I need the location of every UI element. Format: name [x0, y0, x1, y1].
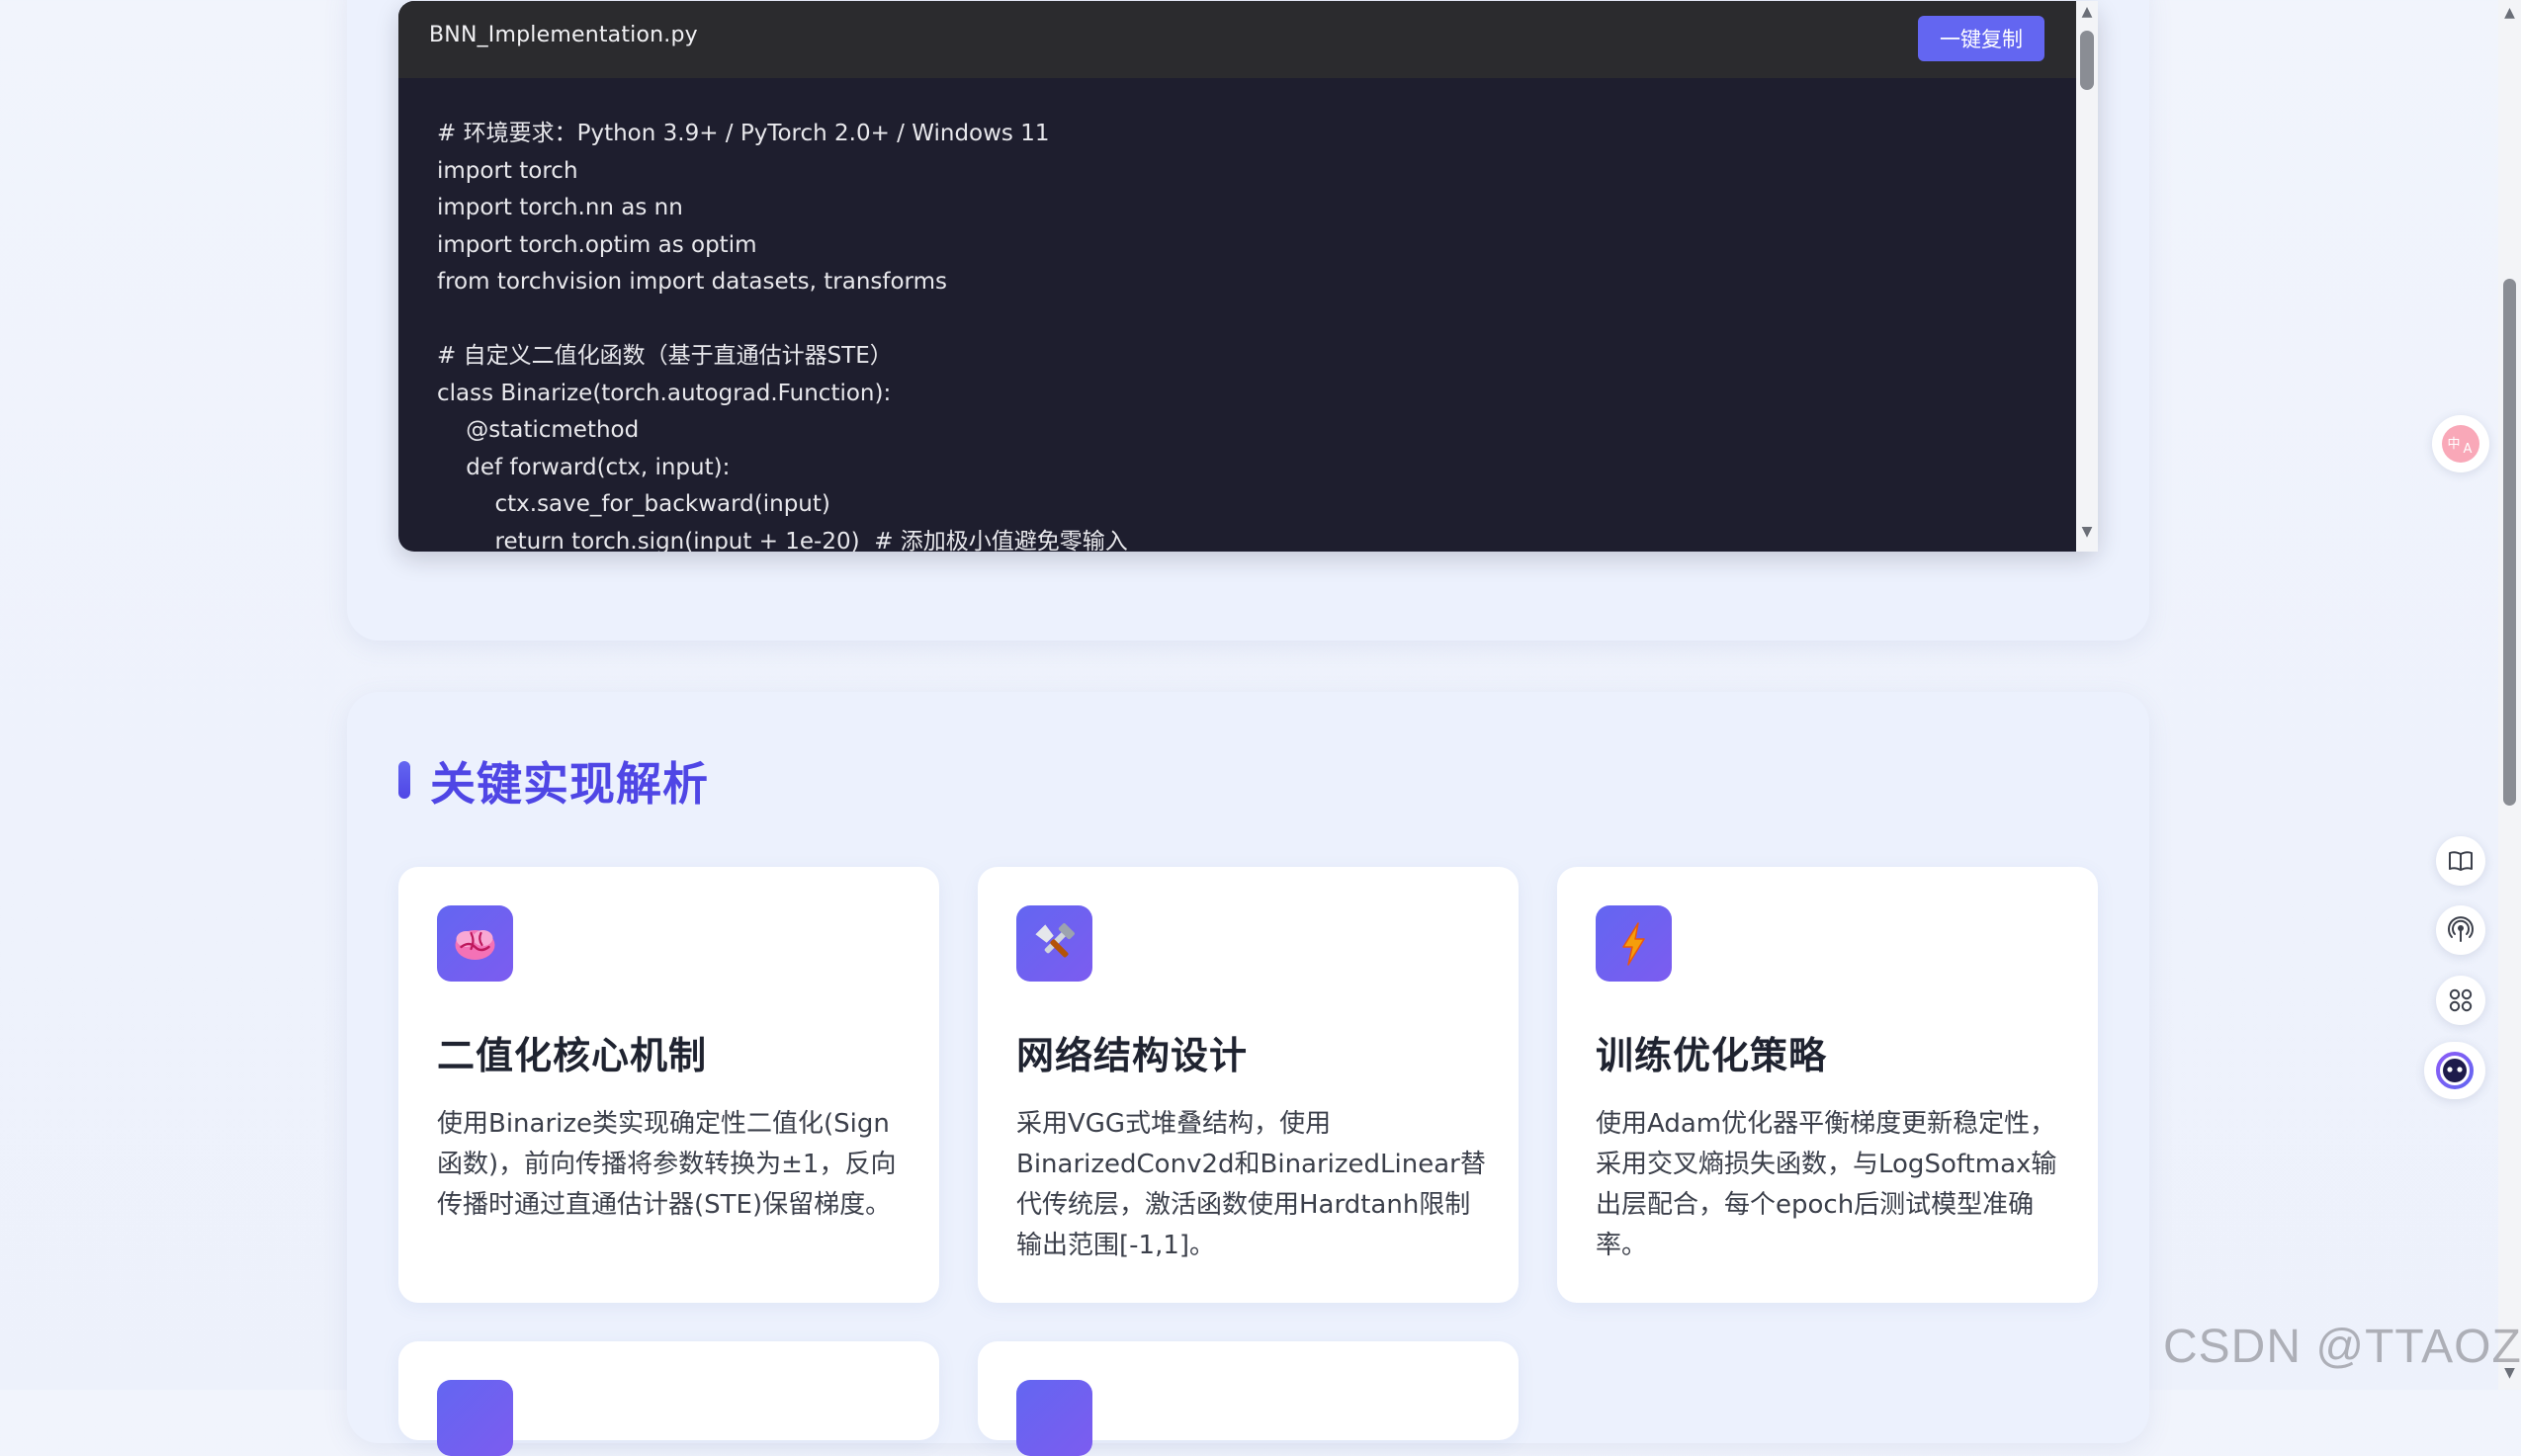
- card-description: 采用VGG式堆叠结构，使用BinarizedConv2d和BinarizedLi…: [1016, 1109, 1486, 1260]
- page-scrollbar[interactable]: ▲ ▼: [2498, 0, 2521, 1390]
- section-title-accent-bar: [398, 761, 410, 799]
- card-title: 训练优化策略: [1596, 1034, 1828, 1077]
- code-scrollbar[interactable]: ▲ ▼: [2076, 1, 2098, 552]
- scroll-up-arrow-icon[interactable]: ▲: [2076, 3, 2098, 21]
- code-body[interactable]: # 环境要求：Python 3.9+ / PyTorch 2.0+ / Wind…: [398, 78, 2076, 552]
- code-line: # 环境要求：Python 3.9+ / PyTorch 2.0+ / Wind…: [437, 121, 1050, 146]
- code-line: def forward(ctx, input):: [437, 454, 731, 480]
- book-icon: [2449, 851, 2473, 871]
- card-description: 使用Adam优化器平衡梯度更新稳定性，采用交叉熵损失函数，与LogSoftmax…: [1596, 1109, 2057, 1260]
- reading-mode-button[interactable]: [2436, 836, 2485, 886]
- feature-card-partial: [398, 1341, 939, 1456]
- lightning-icon: [1596, 905, 1672, 982]
- code-line: import torch.nn as nn: [437, 195, 683, 220]
- code-line: @staticmethod: [437, 417, 640, 443]
- page-scroll-up-arrow-icon[interactable]: ▲: [2498, 4, 2521, 22]
- code-line: ctx.save_for_backward(input): [437, 491, 830, 517]
- card-icon: [437, 1380, 513, 1456]
- code-line: from torchvision import datasets, transf…: [437, 269, 947, 295]
- apps-icon: [2449, 988, 2473, 1012]
- svg-text:中: 中: [2447, 437, 2460, 452]
- page-scrollbar-thumb[interactable]: [2503, 279, 2516, 806]
- feature-card-partial: [978, 1341, 1519, 1456]
- section-title: 关键实现解析: [430, 757, 709, 811]
- translate-button[interactable]: 中 A: [2432, 415, 2489, 472]
- card-title: 二值化核心机制: [437, 1034, 708, 1077]
- ai-assistant-button[interactable]: [2424, 1042, 2485, 1099]
- feature-card-training-strategy: 训练优化策略 使用Adam优化器平衡梯度更新稳定性，采用交叉熵损失函数，与Log…: [1557, 867, 2098, 1303]
- brain-icon: [437, 905, 513, 982]
- code-scrollbar-thumb[interactable]: [2080, 31, 2094, 90]
- code-header: BNN_Implementation.py 一键复制: [398, 1, 2098, 78]
- feature-card-binarization: 二值化核心机制 使用Binarize类实现确定性二值化(Sign函数)，前向传播…: [398, 867, 939, 1303]
- card-icon: [1016, 1380, 1092, 1456]
- code-line: return torch.sign(input + 1e-20) # 添加极小值…: [437, 528, 1128, 553]
- code-line: class Binarize(torch.autograd.Function):: [437, 380, 892, 406]
- card-title: 网络结构设计: [1016, 1034, 1249, 1077]
- podcast-icon: [2448, 916, 2474, 942]
- code-filename: BNN_Implementation.py: [429, 23, 698, 47]
- code-line: # 自定义二值化函数（基于直通估计器STE）: [437, 343, 893, 369]
- copy-code-button[interactable]: 一键复制: [1918, 16, 2044, 61]
- tools-icon: [1016, 905, 1092, 982]
- watermark: CSDN @TTAOZZ: [2163, 1321, 2521, 1373]
- translate-icon: 中 A: [2442, 425, 2479, 463]
- podcast-button[interactable]: [2436, 905, 2485, 955]
- assistant-icon: [2436, 1052, 2474, 1089]
- feature-card-network-structure: 网络结构设计 采用VGG式堆叠结构，使用BinarizedConv2d和Bina…: [978, 867, 1519, 1303]
- code-window: BNN_Implementation.py 一键复制 # 环境要求：Python…: [398, 1, 2098, 552]
- apps-button[interactable]: [2436, 976, 2485, 1025]
- code-line: import torch: [437, 157, 578, 184]
- code-line: import torch.optim as optim: [437, 231, 757, 258]
- card-description: 使用Binarize类实现确定性二值化(Sign函数)，前向传播将参数转换为±1…: [437, 1109, 897, 1220]
- svg-text:A: A: [2464, 442, 2473, 457]
- scroll-down-arrow-icon[interactable]: ▼: [2076, 523, 2098, 541]
